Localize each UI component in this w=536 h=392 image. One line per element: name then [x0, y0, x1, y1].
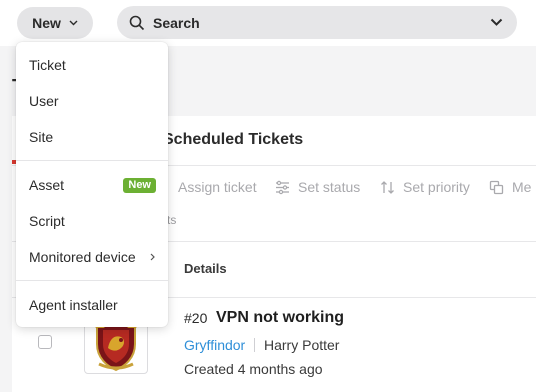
merge-button[interactable]: Me: [489, 179, 531, 195]
assign-ticket-button[interactable]: Assign ticket: [178, 179, 257, 195]
new-badge: New: [123, 178, 156, 193]
new-button-label: New: [32, 15, 61, 31]
chevron-right-icon: [150, 253, 155, 261]
menu-item-agent-installer[interactable]: Agent installer: [16, 289, 168, 321]
ticket-number: #20: [184, 310, 208, 326]
menu-item-ticket[interactable]: Ticket: [16, 49, 168, 81]
card-title: Scheduled Tickets: [163, 131, 304, 148]
sliders-icon: [276, 180, 289, 194]
ticket-title-link[interactable]: VPN not working: [216, 309, 344, 327]
menu-item-label: Ticket: [29, 57, 66, 73]
menu-item-label: User: [29, 93, 59, 109]
menu-item-label: Agent installer: [29, 297, 118, 313]
menu-separator: [16, 160, 168, 161]
ticket-created: Created 4 months ago: [184, 361, 323, 377]
search-icon: [129, 15, 145, 30]
menu-item-asset[interactable]: Asset New: [16, 169, 168, 201]
organization-link[interactable]: Gryffindor: [184, 337, 245, 353]
menu-item-label: Site: [29, 129, 54, 145]
set-priority-button[interactable]: Set priority: [380, 179, 470, 195]
menu-item-site[interactable]: Site: [16, 121, 168, 153]
menu-item-monitored-device[interactable]: Monitored device: [16, 241, 168, 273]
chevron-down-icon[interactable]: [490, 18, 503, 27]
column-header-details: Details: [184, 261, 227, 276]
search-input[interactable]: [153, 14, 490, 31]
merge-label: Me: [512, 179, 532, 195]
assign-ticket-label: Assign ticket: [178, 179, 257, 195]
top-bar: New: [0, 0, 536, 46]
chevron-down-icon: [69, 20, 78, 26]
menu-item-script[interactable]: Script: [16, 205, 168, 237]
row-checkbox[interactable]: [38, 335, 52, 349]
menu-item-label: Monitored device: [29, 249, 136, 265]
meta-divider: [254, 338, 255, 352]
contact-name[interactable]: Harry Potter: [264, 337, 339, 353]
search-bar[interactable]: [117, 6, 517, 39]
set-status-label: Set status: [298, 179, 361, 195]
menu-item-label: Script: [29, 213, 65, 229]
set-status-button[interactable]: Set status: [275, 179, 360, 195]
set-priority-label: Set priority: [403, 179, 470, 195]
merge-icon: [489, 180, 504, 194]
menu-item-label: Asset: [29, 177, 65, 193]
new-dropdown-menu: Ticket User Site Asset New Script Monito…: [16, 42, 168, 327]
new-button[interactable]: New: [17, 7, 93, 39]
subtitle-text: ts: [167, 213, 177, 227]
sort-icon: [381, 180, 394, 194]
menu-separator: [16, 280, 168, 281]
menu-item-user[interactable]: User: [16, 85, 168, 117]
